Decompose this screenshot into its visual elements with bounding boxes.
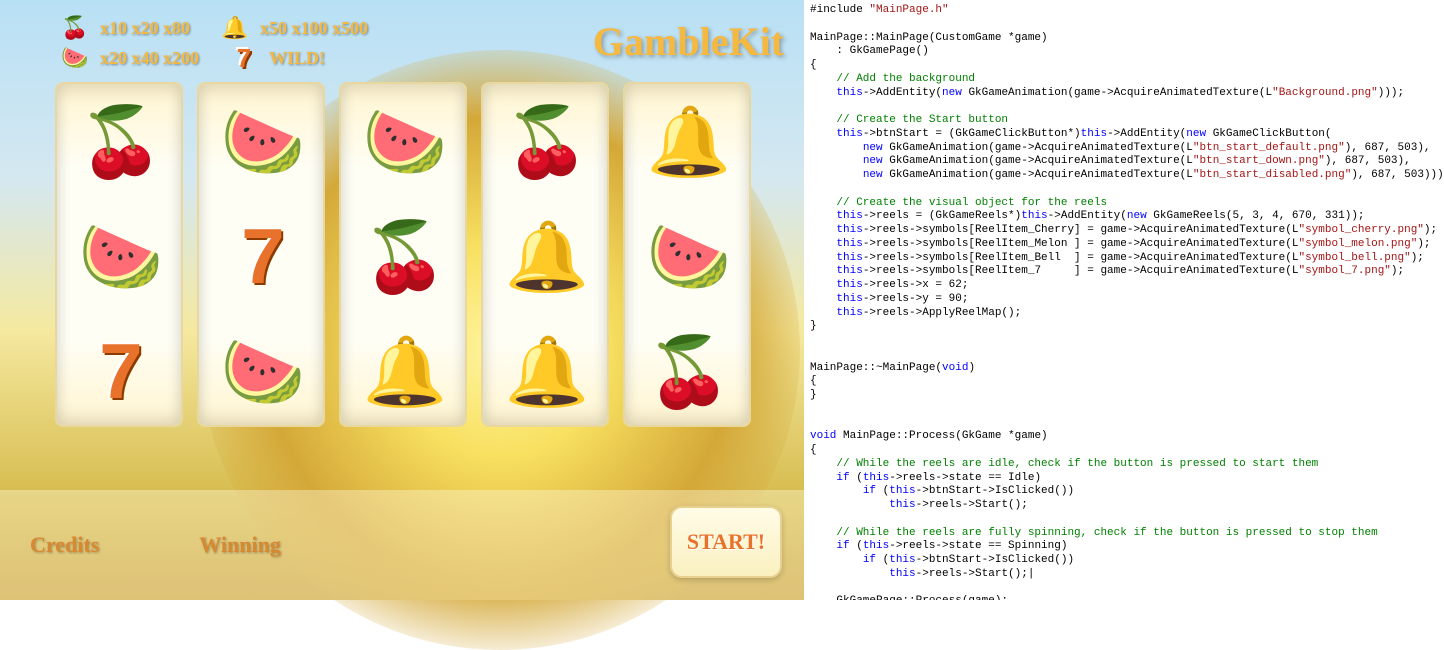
melon-icon: 🍉 [60,44,90,72]
paytable-cherry: x10 x20 x80 [100,18,190,39]
bell-icon: 🔔 [220,14,250,42]
symbol-cherry: 🍒 [625,314,751,427]
seven-icon: 7 [229,44,259,72]
symbol-melon: 🍉 [57,199,183,314]
game-title: GambleKit [593,18,784,65]
symbol-bell: 🔔 [483,314,609,427]
credits-label: Credits [30,532,99,558]
symbol-melon: 🍉 [625,199,751,314]
symbol-seven: 7 [199,199,325,314]
symbol-cherry: 🍒 [57,84,183,199]
paytable-bell: x50 x100 x500 [260,18,368,39]
symbol-melon: 🍉 [341,84,467,199]
symbol-cherry: 🍒 [341,199,467,314]
reel: 🔔🍉🍒🔔 [623,82,751,427]
paytable-melon: x20 x40 x200 [100,48,199,69]
reels-container: 🍒🍉7🔔🍉7🍉🍒🍉🍒🔔🍒🍒🔔🔔🍉🔔🍉🍒🔔 [55,82,751,427]
reel: 🍉7🍉🍒 [197,82,325,427]
symbol-melon: 🍉 [199,314,325,427]
start-button[interactable]: START! [670,506,782,578]
symbol-bell: 🔔 [341,314,467,427]
symbol-bell: 🔔 [625,84,751,199]
reel: 🍉🍒🔔🍒 [339,82,467,427]
reel: 🍒🔔🔔🍉 [481,82,609,427]
symbol-melon: 🍉 [199,84,325,199]
code-editor[interactable]: #include "MainPage.h" MainPage::MainPage… [804,0,1444,600]
paytable-wild: WILD! [269,48,325,69]
symbol-seven: 7 [57,314,183,427]
game-panel: GambleKit 🍒 x10 x20 x80 🔔 x50 x100 x500 … [0,0,804,600]
paytable: 🍒 x10 x20 x80 🔔 x50 x100 x500 🍉 x20 x40 … [60,14,368,72]
winning-label: Winning [199,532,281,558]
symbol-cherry: 🍒 [483,84,609,199]
cherry-icon: 🍒 [60,14,90,42]
symbol-bell: 🔔 [483,199,609,314]
reel: 🍒🍉7🔔 [55,82,183,427]
